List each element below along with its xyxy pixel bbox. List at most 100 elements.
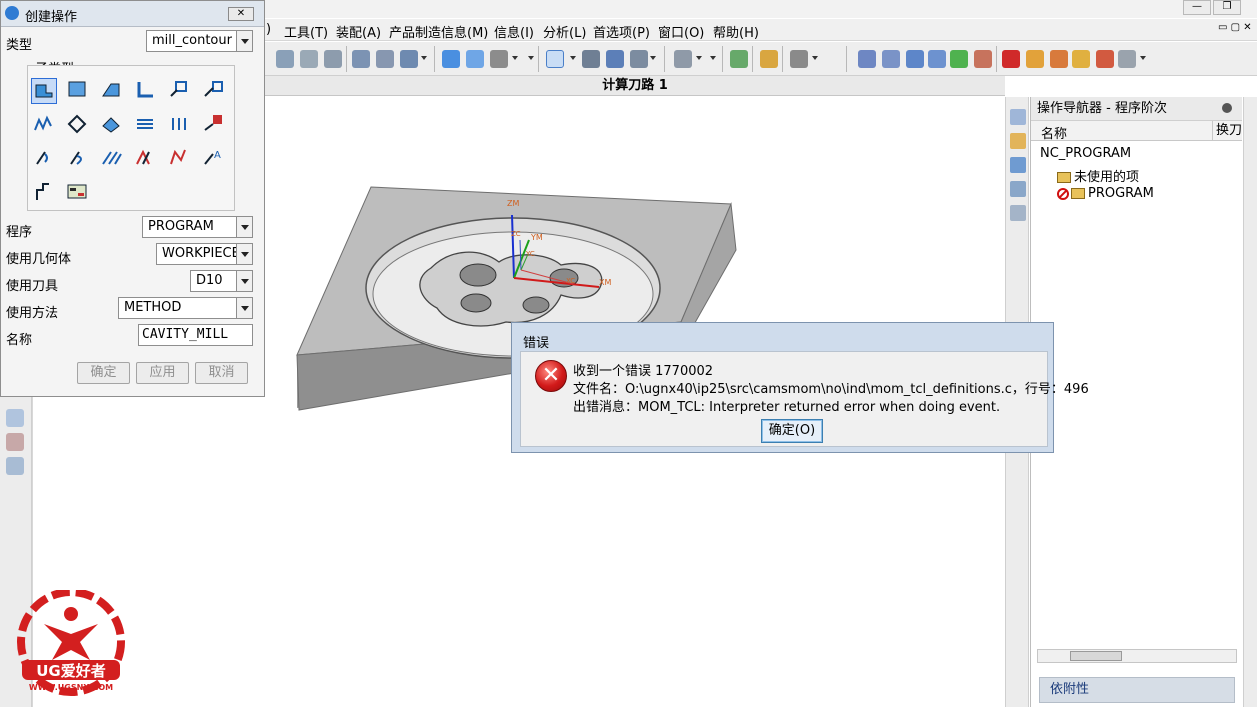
restore-button[interactable]: ❐ <box>1213 0 1241 15</box>
toolbar-dropdown-icon[interactable] <box>710 56 716 60</box>
toolbar-icon-18[interactable] <box>1118 50 1136 68</box>
create-geometry-icon[interactable] <box>906 50 924 68</box>
subtype-contour-profile-icon[interactable] <box>167 146 193 172</box>
shaded-view-icon[interactable] <box>442 50 460 68</box>
toolbar-icon-12[interactable] <box>790 50 808 68</box>
toolbar-dropdown-icon[interactable] <box>696 56 702 60</box>
menu-assemblies[interactable]: 装配(A) <box>336 22 381 41</box>
toolbar-icon-16[interactable] <box>1072 50 1090 68</box>
create-program-icon[interactable] <box>858 50 876 68</box>
select-icon[interactable] <box>546 50 564 68</box>
create-method-icon[interactable] <box>928 50 946 68</box>
scrollbar-thumb[interactable] <box>1070 651 1122 661</box>
generate-icon[interactable] <box>1002 50 1020 68</box>
menu-help[interactable]: 帮助(H) <box>713 22 759 41</box>
minimize-button[interactable]: — <box>1183 0 1211 15</box>
tree-node-program[interactable]: PROGRAM <box>1057 186 1154 201</box>
menu-preferences[interactable]: 首选项(P) <box>593 22 650 41</box>
subtype-flowcut-multiple-icon[interactable] <box>65 146 91 172</box>
toolbar-dropdown-icon[interactable] <box>421 56 427 60</box>
play-icon[interactable] <box>674 50 692 68</box>
column-tool-change[interactable]: 换刀 <box>1212 121 1242 141</box>
type-select[interactable]: mill_contour <box>146 30 253 52</box>
toolbar-icon-10[interactable] <box>730 50 748 68</box>
nav-geometry-icon[interactable] <box>1010 157 1026 173</box>
subtype-corner-rough-icon[interactable] <box>99 78 125 104</box>
subtype-fixed-contour-icon[interactable] <box>31 112 57 138</box>
toolbar-dropdown-icon[interactable] <box>570 56 576 60</box>
doc-window-controls[interactable]: ▭ ▢ ✕ <box>1218 22 1252 33</box>
nav-extra-icon[interactable] <box>1010 205 1026 221</box>
ok-button[interactable]: 确定 <box>77 362 130 384</box>
toolbar-icon-2[interactable] <box>300 50 318 68</box>
chevron-down-icon[interactable] <box>236 31 252 51</box>
toolbar-icon-8[interactable] <box>606 50 624 68</box>
render-style-icon[interactable] <box>490 50 508 68</box>
toolbar-icon-14[interactable] <box>1026 50 1044 68</box>
chevron-down-icon[interactable] <box>236 217 252 237</box>
wireframe-view-icon[interactable] <box>466 50 484 68</box>
menu-information[interactable]: 信息(I) <box>494 22 534 41</box>
toolbar-icon-11[interactable] <box>760 50 778 68</box>
menu-pmi[interactable]: 产品制造信息(M) <box>389 22 488 41</box>
toolbar-icon-13[interactable] <box>974 50 992 68</box>
subtype-contour-area-icon[interactable] <box>65 112 91 138</box>
subtype-rest-mill-icon[interactable] <box>133 78 159 104</box>
subtype-flowcut-single-icon[interactable] <box>31 146 57 172</box>
error-ok-button[interactable]: 确定(O) <box>761 419 823 443</box>
toolbar-icon-15[interactable] <box>1050 50 1068 68</box>
create-tool-icon[interactable] <box>882 50 900 68</box>
toolbar-icon-7[interactable] <box>582 50 600 68</box>
subtype-flowcut-smooth-icon[interactable] <box>133 146 159 172</box>
chevron-down-icon[interactable] <box>236 298 252 318</box>
resource-icon-2[interactable] <box>6 433 24 451</box>
toolbar-icon-4[interactable] <box>352 50 370 68</box>
column-name[interactable]: 名称 <box>1041 123 1067 142</box>
geometry-select[interactable]: WORKPIECE <box>156 243 253 265</box>
toolbar-icon-9[interactable] <box>630 50 648 68</box>
method-select[interactable]: METHOD <box>118 297 253 319</box>
cancel-button[interactable]: 取消 <box>195 362 248 384</box>
subtype-streamline-icon[interactable] <box>133 112 159 138</box>
nav-method-icon[interactable] <box>1010 181 1026 197</box>
verify-icon[interactable] <box>950 50 968 68</box>
chevron-down-icon[interactable] <box>236 244 252 264</box>
apply-button[interactable]: 应用 <box>136 362 189 384</box>
toolbar-dropdown-icon[interactable] <box>812 56 818 60</box>
subtype-grid-icon[interactable] <box>201 112 227 138</box>
toolbar-icon-3[interactable] <box>324 50 342 68</box>
menu-window[interactable]: 窗口(O) <box>658 22 704 41</box>
toolbar-icon-5[interactable] <box>376 50 394 68</box>
toolbar-icon-1[interactable] <box>276 50 294 68</box>
toolbar-dropdown-icon[interactable] <box>650 56 656 60</box>
nav-program-icon[interactable] <box>1010 109 1026 125</box>
subtype-cavity-mill-icon[interactable] <box>31 78 57 104</box>
subtype-zlevel-corner-icon[interactable] <box>201 78 227 104</box>
nav-machine-icon[interactable] <box>1010 133 1026 149</box>
subtype-contour-text-icon[interactable] <box>167 112 193 138</box>
menu-analysis[interactable]: 分析(L) <box>543 22 586 41</box>
horizontal-scrollbar[interactable] <box>1037 649 1237 663</box>
menu-tools[interactable]: 工具(T) <box>284 22 328 41</box>
program-select[interactable]: PROGRAM <box>142 216 253 238</box>
subtype-plunge-mill-icon[interactable] <box>65 78 91 104</box>
name-input[interactable]: CAVITY_MILL <box>138 324 253 346</box>
toolbar-dropdown-icon[interactable] <box>512 56 518 60</box>
toolbar-dropdown-icon[interactable] <box>1140 56 1146 60</box>
chevron-down-icon[interactable] <box>236 271 252 291</box>
close-button[interactable]: ✕ <box>228 7 254 21</box>
tool-select[interactable]: D10 <box>190 270 253 292</box>
toolbar-icon-17[interactable] <box>1096 50 1114 68</box>
resource-icon-3[interactable] <box>6 457 24 475</box>
subtype-mill-control-icon[interactable] <box>65 180 91 206</box>
subtype-text-engrave-icon[interactable]: A <box>201 146 227 172</box>
toolbar-dropdown-icon[interactable] <box>528 56 534 60</box>
tree-node-unused[interactable]: 未使用的项 <box>1057 166 1139 185</box>
subtype-mill-user-icon[interactable] <box>31 180 57 206</box>
resource-icon-1[interactable] <box>6 409 24 427</box>
dependency-panel-header[interactable]: 依附性 <box>1039 677 1235 703</box>
subtype-contour-surface-icon[interactable] <box>99 112 125 138</box>
tree-node-nc-program[interactable]: NC_PROGRAM <box>1040 146 1131 161</box>
toolbar-icon-6[interactable] <box>400 50 418 68</box>
pin-icon[interactable] <box>1222 103 1232 113</box>
